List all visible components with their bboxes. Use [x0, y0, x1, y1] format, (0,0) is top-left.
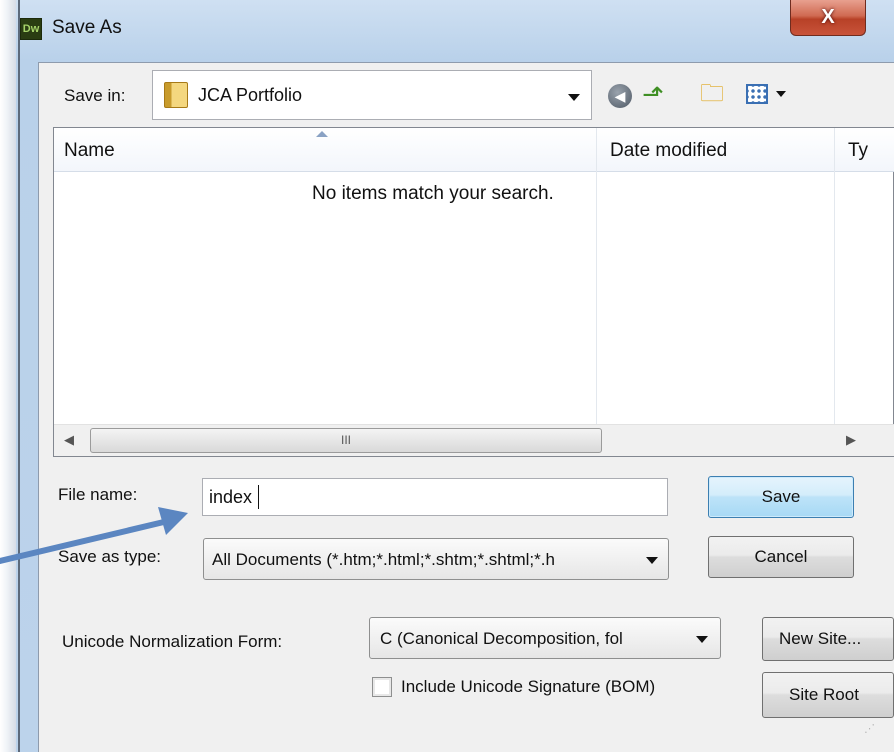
- window-title: Save As: [52, 17, 122, 38]
- cancel-button[interactable]: Cancel: [708, 536, 854, 578]
- scrollbar-grip: III: [340, 433, 351, 447]
- chevron-down-icon[interactable]: [568, 94, 580, 101]
- column-header-date-modified[interactable]: Date modified: [610, 140, 727, 162]
- site-root-button[interactable]: Site Root: [762, 672, 894, 718]
- scroll-left-icon[interactable]: ◀: [64, 432, 74, 448]
- new-site-button[interactable]: New Site...: [762, 617, 894, 661]
- unicode-normalization-dropdown[interactable]: C (Canonical Decomposition, fol: [369, 617, 721, 659]
- scroll-right-icon[interactable]: ▶: [846, 432, 856, 448]
- folder-icon: [164, 82, 188, 108]
- file-name-label: File name:: [58, 485, 138, 504]
- file-name-value: index: [209, 487, 253, 507]
- empty-list-message: No items match your search.: [312, 183, 554, 204]
- column-divider[interactable]: [596, 128, 597, 424]
- save-as-type-value: All Documents (*.htm;*.html;*.shtm;*.sht…: [212, 550, 555, 569]
- annotation-arrow-shaft: [0, 518, 171, 564]
- file-name-input[interactable]: index: [202, 478, 668, 516]
- unicode-normalization-value: C (Canonical Decomposition, fol: [380, 629, 623, 648]
- save-in-label: Save in:: [64, 86, 126, 105]
- up-one-level-icon[interactable]: ⬏: [638, 78, 668, 110]
- save-in-value: JCA Portfolio: [198, 85, 303, 105]
- unicode-normalization-label: Unicode Normalization Form:: [62, 632, 283, 651]
- save-button[interactable]: Save: [708, 476, 854, 518]
- close-icon: X: [821, 6, 835, 28]
- text-cursor: [258, 485, 259, 509]
- views-dropdown-arrow-icon[interactable]: [776, 91, 786, 97]
- resize-grip[interactable]: ⋰: [864, 722, 884, 742]
- column-header-name[interactable]: Name: [64, 140, 115, 162]
- column-header-type[interactable]: Ty: [848, 140, 868, 162]
- annotation-arrow-head: [158, 507, 188, 535]
- views-menu-icon[interactable]: [746, 84, 768, 104]
- sort-ascending-icon: [316, 131, 328, 137]
- column-divider[interactable]: [834, 128, 835, 424]
- save-as-type-dropdown[interactable]: All Documents (*.htm;*.html;*.shtm;*.sht…: [203, 538, 669, 580]
- dreamweaver-app-icon: Dw: [20, 18, 42, 40]
- include-bom-label[interactable]: Include Unicode Signature (BOM): [401, 677, 655, 697]
- chevron-down-icon: [646, 557, 658, 564]
- chevron-down-icon: [696, 636, 708, 643]
- file-list[interactable]: [53, 127, 894, 457]
- new-folder-icon[interactable]: 🗀: [696, 78, 728, 110]
- scrollbar-thumb[interactable]: III: [90, 428, 602, 453]
- background-area: [0, 0, 16, 752]
- include-bom-checkbox[interactable]: [372, 677, 392, 697]
- file-list-header: [54, 128, 894, 172]
- close-button[interactable]: X: [790, 0, 866, 36]
- back-icon[interactable]: ◀: [608, 84, 632, 108]
- annotation-arrow: [0, 507, 188, 564]
- title-bar[interactable]: [20, 0, 894, 62]
